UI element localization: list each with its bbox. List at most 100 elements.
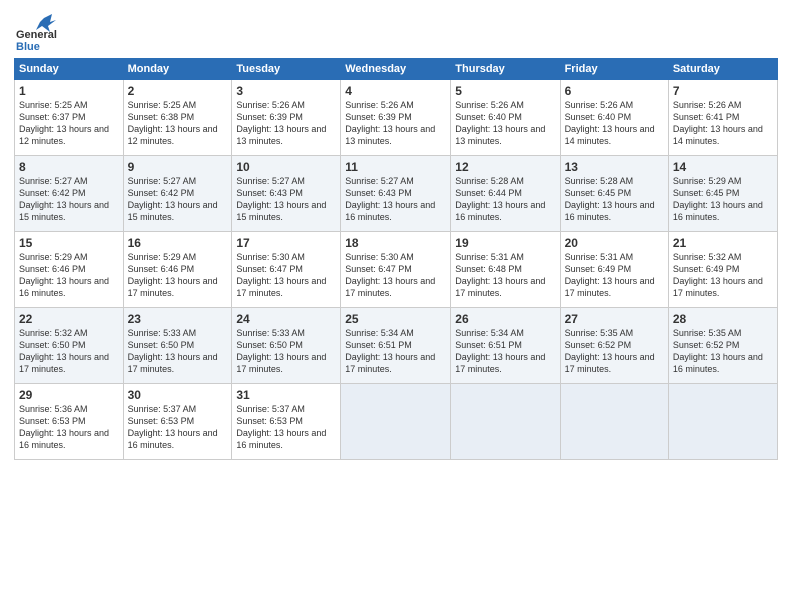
calendar-cell: 3 Sunrise: 5:26 AMSunset: 6:39 PMDaylight… [232,80,341,156]
day-number: 10 [236,160,336,174]
cell-info: Sunrise: 5:29 AMSunset: 6:46 PMDaylight:… [19,252,109,298]
day-number: 9 [128,160,228,174]
calendar-header-row: SundayMondayTuesdayWednesdayThursdayFrid… [15,59,778,80]
calendar-cell: 12 Sunrise: 5:28 AMSunset: 6:44 PMDayligh… [451,156,560,232]
cell-info: Sunrise: 5:27 AMSunset: 6:42 PMDaylight:… [19,176,109,222]
cell-info: Sunrise: 5:35 AMSunset: 6:52 PMDaylight:… [565,328,655,374]
cell-info: Sunrise: 5:26 AMSunset: 6:40 PMDaylight:… [455,100,545,146]
calendar-cell: 6 Sunrise: 5:26 AMSunset: 6:40 PMDaylight… [560,80,668,156]
day-number: 30 [128,388,228,402]
day-number: 4 [345,84,446,98]
calendar-cell: 19 Sunrise: 5:31 AMSunset: 6:48 PMDayligh… [451,232,560,308]
day-number: 26 [455,312,555,326]
cell-info: Sunrise: 5:35 AMSunset: 6:52 PMDaylight:… [673,328,763,374]
cell-info: Sunrise: 5:32 AMSunset: 6:50 PMDaylight:… [19,328,109,374]
cell-info: Sunrise: 5:25 AMSunset: 6:37 PMDaylight:… [19,100,109,146]
cell-info: Sunrise: 5:37 AMSunset: 6:53 PMDaylight:… [236,404,326,450]
calendar-cell: 4 Sunrise: 5:26 AMSunset: 6:39 PMDaylight… [341,80,451,156]
cell-info: Sunrise: 5:34 AMSunset: 6:51 PMDaylight:… [455,328,545,374]
calendar-cell: 30 Sunrise: 5:37 AMSunset: 6:53 PMDayligh… [123,384,232,460]
cell-info: Sunrise: 5:27 AMSunset: 6:43 PMDaylight:… [236,176,326,222]
cell-info: Sunrise: 5:32 AMSunset: 6:49 PMDaylight:… [673,252,763,298]
calendar-cell: 1 Sunrise: 5:25 AMSunset: 6:37 PMDaylight… [15,80,124,156]
day-number: 22 [19,312,119,326]
calendar-cell: 27 Sunrise: 5:35 AMSunset: 6:52 PMDayligh… [560,308,668,384]
column-header-thursday: Thursday [451,59,560,80]
day-number: 3 [236,84,336,98]
cell-info: Sunrise: 5:36 AMSunset: 6:53 PMDaylight:… [19,404,109,450]
calendar-cell: 24 Sunrise: 5:33 AMSunset: 6:50 PMDayligh… [232,308,341,384]
cell-info: Sunrise: 5:26 AMSunset: 6:41 PMDaylight:… [673,100,763,146]
calendar-cell: 2Sunrise: 5:25 AMSunset: 6:38 PMDaylight… [123,80,232,156]
calendar-cell [451,384,560,460]
day-number: 1 [19,84,119,98]
day-number: 17 [236,236,336,250]
cell-info: Sunrise: 5:26 AMSunset: 6:40 PMDaylight:… [565,100,655,146]
calendar-cell: 8 Sunrise: 5:27 AMSunset: 6:42 PMDaylight… [15,156,124,232]
column-header-wednesday: Wednesday [341,59,451,80]
cell-info: Sunrise: 5:26 AMSunset: 6:39 PMDaylight:… [236,100,326,146]
calendar-cell: 7Sunrise: 5:26 AMSunset: 6:41 PMDaylight… [668,80,777,156]
cell-info: Sunrise: 5:27 AMSunset: 6:42 PMDaylight:… [128,176,218,222]
cell-info: Sunrise: 5:29 AMSunset: 6:45 PMDaylight:… [673,176,763,222]
calendar-week-row: 22 Sunrise: 5:32 AMSunset: 6:50 PMDayligh… [15,308,778,384]
page-header: General Blue [14,10,778,54]
day-number: 20 [565,236,664,250]
cell-info: Sunrise: 5:31 AMSunset: 6:49 PMDaylight:… [565,252,655,298]
cell-info: Sunrise: 5:27 AMSunset: 6:43 PMDaylight:… [345,176,435,222]
calendar-cell [341,384,451,460]
day-number: 25 [345,312,446,326]
calendar-cell: 15 Sunrise: 5:29 AMSunset: 6:46 PMDayligh… [15,232,124,308]
cell-info: Sunrise: 5:28 AMSunset: 6:44 PMDaylight:… [455,176,545,222]
calendar-table: SundayMondayTuesdayWednesdayThursdayFrid… [14,58,778,460]
day-number: 12 [455,160,555,174]
day-number: 21 [673,236,773,250]
calendar-cell: 31Sunrise: 5:37 AMSunset: 6:53 PMDayligh… [232,384,341,460]
calendar-cell: 11 Sunrise: 5:27 AMSunset: 6:43 PMDayligh… [341,156,451,232]
calendar-cell: 29Sunrise: 5:36 AMSunset: 6:53 PMDayligh… [15,384,124,460]
calendar-cell: 14Sunrise: 5:29 AMSunset: 6:45 PMDayligh… [668,156,777,232]
logo-icon: General Blue [14,10,58,54]
calendar-cell: 5 Sunrise: 5:26 AMSunset: 6:40 PMDaylight… [451,80,560,156]
day-number: 8 [19,160,119,174]
day-number: 23 [128,312,228,326]
column-header-tuesday: Tuesday [232,59,341,80]
calendar-cell: 22 Sunrise: 5:32 AMSunset: 6:50 PMDayligh… [15,308,124,384]
day-number: 28 [673,312,773,326]
day-number: 24 [236,312,336,326]
day-number: 15 [19,236,119,250]
day-number: 6 [565,84,664,98]
calendar-week-row: 1 Sunrise: 5:25 AMSunset: 6:37 PMDaylight… [15,80,778,156]
calendar-cell: 26 Sunrise: 5:34 AMSunset: 6:51 PMDayligh… [451,308,560,384]
svg-text:General: General [16,29,57,41]
column-header-saturday: Saturday [668,59,777,80]
cell-info: Sunrise: 5:30 AMSunset: 6:47 PMDaylight:… [236,252,326,298]
day-number: 16 [128,236,228,250]
cell-info: Sunrise: 5:34 AMSunset: 6:51 PMDaylight:… [345,328,435,374]
calendar-week-row: 8 Sunrise: 5:27 AMSunset: 6:42 PMDaylight… [15,156,778,232]
cell-info: Sunrise: 5:37 AMSunset: 6:53 PMDaylight:… [128,404,218,450]
logo: General Blue [14,10,58,54]
day-number: 2 [128,84,228,98]
column-header-sunday: Sunday [15,59,124,80]
calendar-cell: 28 Sunrise: 5:35 AMSunset: 6:52 PMDayligh… [668,308,777,384]
calendar-cell: 20 Sunrise: 5:31 AMSunset: 6:49 PMDayligh… [560,232,668,308]
calendar-cell: 17 Sunrise: 5:30 AMSunset: 6:47 PMDayligh… [232,232,341,308]
page-container: General Blue SundayMondayTuesdayWednesda… [0,0,792,466]
cell-info: Sunrise: 5:30 AMSunset: 6:47 PMDaylight:… [345,252,435,298]
day-number: 19 [455,236,555,250]
calendar-week-row: 29Sunrise: 5:36 AMSunset: 6:53 PMDayligh… [15,384,778,460]
calendar-cell: 10 Sunrise: 5:27 AMSunset: 6:43 PMDayligh… [232,156,341,232]
cell-info: Sunrise: 5:26 AMSunset: 6:39 PMDaylight:… [345,100,435,146]
day-number: 11 [345,160,446,174]
calendar-cell: 16Sunrise: 5:29 AMSunset: 6:46 PMDayligh… [123,232,232,308]
calendar-cell: 23Sunrise: 5:33 AMSunset: 6:50 PMDayligh… [123,308,232,384]
cell-info: Sunrise: 5:33 AMSunset: 6:50 PMDaylight:… [236,328,326,374]
column-header-friday: Friday [560,59,668,80]
day-number: 5 [455,84,555,98]
cell-info: Sunrise: 5:31 AMSunset: 6:48 PMDaylight:… [455,252,545,298]
day-number: 18 [345,236,446,250]
day-number: 27 [565,312,664,326]
calendar-cell: 21 Sunrise: 5:32 AMSunset: 6:49 PMDayligh… [668,232,777,308]
calendar-cell: 18 Sunrise: 5:30 AMSunset: 6:47 PMDayligh… [341,232,451,308]
